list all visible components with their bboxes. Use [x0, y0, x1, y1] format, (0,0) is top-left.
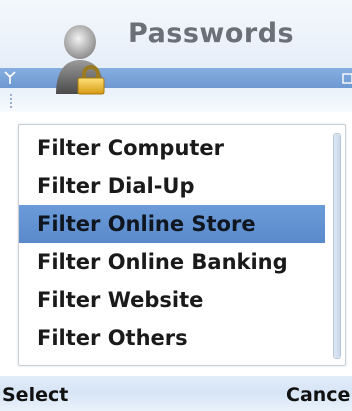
menu-item-filter-dial-up[interactable]: Filter Dial-Up — [19, 167, 325, 205]
cancel-softkey[interactable]: Cancel — [286, 384, 352, 406]
scrollbar[interactable] — [333, 133, 341, 359]
battery-icon — [342, 73, 352, 84]
menu-item-filter-computer[interactable]: Filter Computer — [19, 129, 325, 167]
menu-item-filter-website[interactable]: Filter Website — [19, 281, 325, 319]
app-title: Passwords — [128, 18, 295, 49]
select-softkey[interactable]: Select — [2, 384, 68, 406]
filter-menu-list: Filter Computer Filter Dial-Up Filter On… — [19, 129, 325, 357]
menu-item-filter-online-store[interactable]: Filter Online Store — [19, 205, 325, 243]
filter-menu-popup: Filter Computer Filter Dial-Up Filter On… — [18, 124, 346, 366]
menu-item-filter-online-banking[interactable]: Filter Online Banking — [19, 243, 325, 281]
divider-dots — [10, 94, 14, 108]
scrollbar-thumb[interactable] — [334, 134, 340, 358]
user-lock-icon — [56, 25, 105, 95]
signal-antenna-icon — [4, 71, 16, 84]
menu-item-filter-others[interactable]: Filter Others — [19, 319, 325, 357]
softkey-bar: Select Cancel — [0, 376, 352, 411]
